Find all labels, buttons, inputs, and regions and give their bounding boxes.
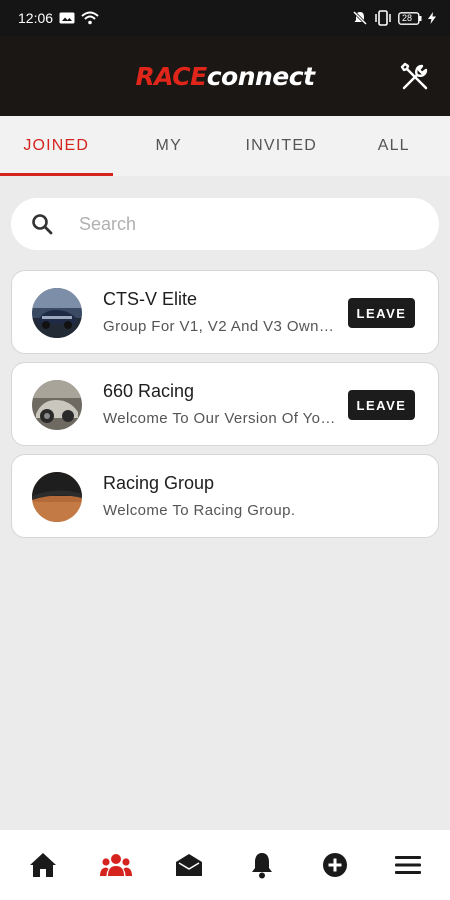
charging-icon xyxy=(428,12,436,24)
tab-all[interactable]: ALL xyxy=(338,116,450,176)
leave-button[interactable]: LEAVE xyxy=(348,390,415,420)
group-name: CTS-V Elite xyxy=(103,289,198,309)
home-icon xyxy=(29,853,56,877)
battery-level: 28 xyxy=(402,12,413,23)
status-time: 12:06 xyxy=(18,10,54,26)
bell-icon xyxy=(251,853,272,879)
list-item[interactable]: Racing Group Welcome To Racing Group. xyxy=(11,454,439,538)
vibrate-icon xyxy=(374,10,392,26)
group-avatar xyxy=(32,472,82,522)
group-list: CTS-V Elite Group For V1, V2 And V3 Owne… xyxy=(11,270,439,546)
logo-connect: connect xyxy=(206,61,315,91)
group-description: Welcome To Racing Group. xyxy=(103,502,296,519)
search-bar xyxy=(11,198,439,250)
app-logo: RACE connect xyxy=(135,61,315,91)
group-description: Group For V1, V2 And V3 Owners xyxy=(103,318,338,335)
search-icon xyxy=(32,214,53,235)
group-name: Racing Group xyxy=(103,473,215,493)
photo-notification-icon xyxy=(59,12,75,24)
list-item[interactable]: 660 Racing Welcome To Our Version Of You… xyxy=(11,362,439,446)
group-avatar xyxy=(32,380,82,430)
nav-groups[interactable] xyxy=(91,840,141,890)
status-bar: 12:06 28 xyxy=(0,0,450,36)
add-circle-icon xyxy=(322,853,347,877)
tools-button[interactable] xyxy=(398,60,432,94)
leave-button[interactable]: LEAVE xyxy=(348,298,415,328)
group-tabs: JOINED MY INVITED ALL xyxy=(0,116,450,176)
nav-menu[interactable] xyxy=(383,840,433,890)
group-name: 660 Racing xyxy=(103,381,195,401)
tab-my[interactable]: MY xyxy=(113,116,226,176)
bottom-nav xyxy=(0,830,450,900)
list-item[interactable]: CTS-V Elite Group For V1, V2 And V3 Owne… xyxy=(11,270,439,354)
battery-icon: 28 xyxy=(398,11,422,25)
tab-invited[interactable]: INVITED xyxy=(225,116,338,176)
nav-create[interactable] xyxy=(310,840,360,890)
tab-joined[interactable]: JOINED xyxy=(0,116,113,176)
nav-messages[interactable] xyxy=(164,840,214,890)
tools-icon xyxy=(400,62,428,90)
groups-icon xyxy=(99,854,132,876)
app-header: RACE connect xyxy=(0,36,450,116)
logo-race: RACE xyxy=(135,61,207,91)
nav-notifications[interactable] xyxy=(237,840,287,890)
nav-home[interactable] xyxy=(18,840,68,890)
mail-icon xyxy=(175,854,202,876)
menu-icon xyxy=(394,856,421,874)
group-description: Welcome To Our Version Of Your Group xyxy=(103,410,338,427)
group-avatar xyxy=(32,288,82,338)
mute-icon xyxy=(352,10,368,26)
search-input[interactable] xyxy=(79,213,399,235)
wifi-icon xyxy=(81,11,99,25)
